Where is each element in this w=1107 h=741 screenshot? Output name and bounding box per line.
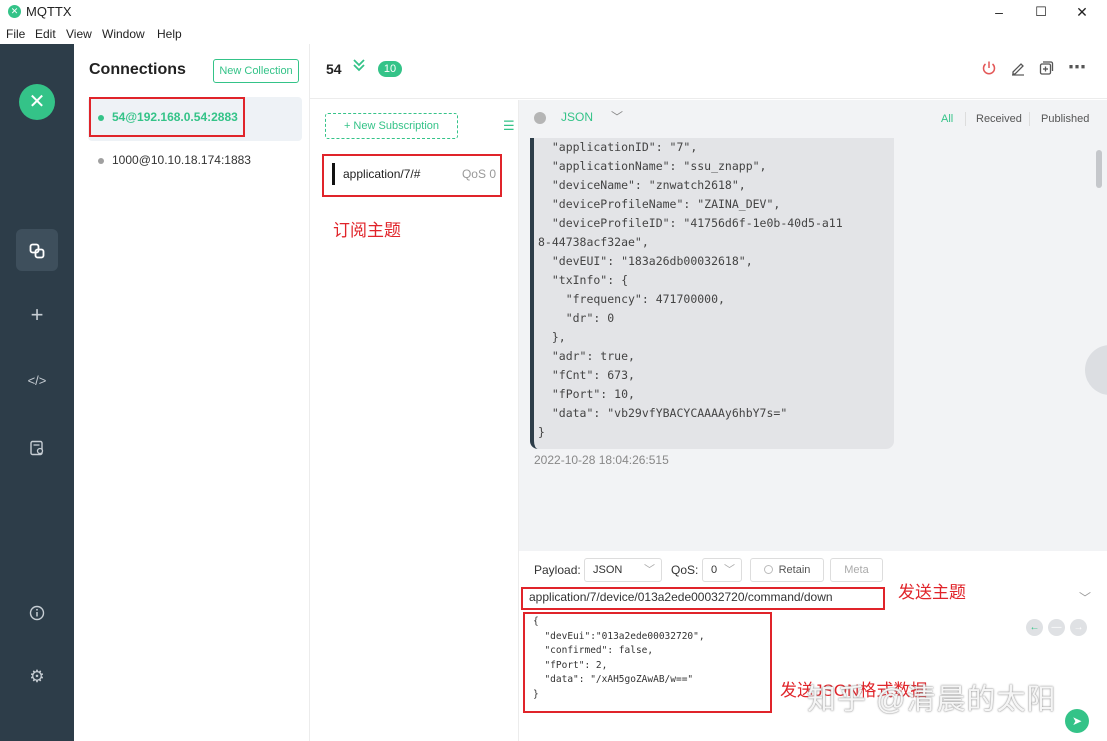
radio-icon [763,565,773,574]
nav-sidebar: ✕ + </> ⚙ [0,44,74,741]
connections-panel: Connections New Collection 54@192.168.0.… [74,44,310,741]
annotation-box [523,612,772,713]
filter-all[interactable]: All [941,113,953,125]
message-timestamp: 2022-10-28 18:04:26:515 [534,453,669,467]
edit-icon[interactable] [1008,60,1028,81]
menu-window[interactable]: Window [102,27,145,41]
send-button[interactable]: ➤ [1065,709,1089,733]
chevron-down-icon[interactable]: ﹀ [1079,589,1091,606]
scrollbar[interactable] [1096,150,1102,188]
connections-icon[interactable] [16,229,58,271]
message-list: JSON ﹀ All Received Published "applicati… [519,100,1107,551]
connection-name: 1000@10.10.18.174:1883 [112,153,251,167]
annotation-subscribe-topic: 订阅主题 [333,221,401,240]
about-icon[interactable] [16,591,58,633]
annotation-box [322,154,502,197]
menu-help[interactable]: Help [157,27,182,41]
annotation-box [89,97,245,137]
log-icon[interactable] [16,426,58,468]
connection-header: 54 10 ⋯ [310,44,1107,99]
settings-icon[interactable]: ⚙ [16,656,58,698]
chevron-down-icon: ﹀ [724,564,735,576]
panel-handle[interactable] [1085,345,1107,395]
maximize-button[interactable]: ☐ [1027,2,1055,22]
message-count-badge: 10 [378,61,402,77]
annotation-box [521,587,885,610]
payload-format-select[interactable]: JSON [561,110,593,124]
qos-value: 0 [711,564,718,576]
qos-label: QoS: [671,563,699,577]
filter-received[interactable]: Received [976,113,1022,125]
more-icon[interactable]: ⋯ [1067,57,1087,78]
qos-select[interactable]: 0 ﹀ [702,558,742,582]
menu-bar: File Edit View Window Help [0,24,1107,44]
next-payload-icon[interactable]: → [1070,619,1087,636]
payload-format-value: JSON [593,564,623,576]
subscription-list-icon[interactable]: ☰ [503,118,515,134]
filter-published[interactable]: Published [1041,113,1089,125]
status-dot [98,158,104,164]
script-icon[interactable]: </> [16,360,58,402]
new-collection-button[interactable]: New Collection [213,59,299,83]
previous-payload-icon[interactable]: ← [1026,619,1043,636]
add-icon[interactable]: + [16,294,58,336]
chevron-down-icon[interactable]: ﹀ [611,108,623,125]
disconnect-icon[interactable] [979,60,999,81]
new-subscription-button[interactable]: + New Subscription [325,113,458,139]
collapse-chevron-icon[interactable] [352,58,366,75]
connection-title: 54 [326,61,342,77]
menu-edit[interactable]: Edit [35,27,56,41]
window-title: MQTTX [26,4,72,19]
app-logo-icon: ✕ [8,5,21,18]
chevron-down-icon: ﹀ [644,564,655,576]
connections-title: Connections [89,61,186,78]
menu-file[interactable]: File [6,27,25,41]
message-payload: "applicationID": "7", "applicationName":… [538,140,843,439]
divider [1029,112,1030,126]
meta-button[interactable]: Meta [830,558,883,582]
payload-label: Payload: [534,563,581,577]
annotation-send-topic: 发送主题 [898,583,966,602]
connection-item[interactable]: 1000@10.10.18.174:1883 [88,140,302,184]
current-payload-icon[interactable]: — [1048,619,1065,636]
close-button[interactable]: ✕ [1068,2,1096,22]
menu-view[interactable]: View [66,27,92,41]
retain-label: Retain [778,564,811,576]
payload-format-select[interactable]: JSON ﹀ [584,558,662,582]
payload-format-dot [534,112,546,124]
watermark: 知乎 @清晨的太阳 [807,684,1057,716]
minimize-button[interactable]: – [985,2,1013,22]
received-message-card: "applicationID": "7", "applicationName":… [530,138,894,449]
mqttx-logo: ✕ [19,84,55,120]
divider [965,112,966,126]
title-bar: ✕ MQTTX – ☐ ✕ [0,0,1107,24]
new-window-icon[interactable] [1036,60,1056,81]
retain-checkbox[interactable]: Retain [750,558,824,582]
